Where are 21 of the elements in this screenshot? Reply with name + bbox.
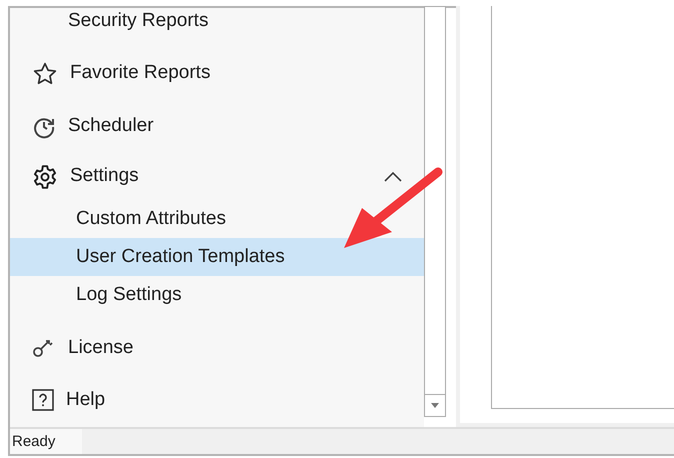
status-text: Ready xyxy=(10,429,82,454)
item-label: Help xyxy=(66,388,106,412)
item-label: Settings xyxy=(70,164,139,188)
sidebar-subitem[interactable]: User Creation Templates xyxy=(10,238,424,276)
sidebar-item[interactable]: License xyxy=(10,322,424,374)
sidebar-item[interactable]: Security Reports xyxy=(10,8,424,34)
down-arrow-icon xyxy=(431,403,439,408)
help-icon xyxy=(32,389,54,411)
sidebar-item[interactable]: Help xyxy=(10,374,424,426)
collapse-caret-icon[interactable] xyxy=(384,172,402,182)
item-label: Favorite Reports xyxy=(70,61,210,86)
scrollbar[interactable] xyxy=(424,6,446,417)
sidebar-subitem[interactable]: Custom Attributes xyxy=(10,200,424,238)
item-label: Scheduler xyxy=(68,114,154,138)
sidebar-item[interactable]: Settings xyxy=(10,153,424,200)
settings-icon xyxy=(32,164,58,190)
sidebar-subitem[interactable]: Log Settings xyxy=(10,276,424,314)
star-icon xyxy=(32,60,58,86)
item-label: License xyxy=(68,336,134,360)
sidebar-item[interactable]: Favorite Reports xyxy=(10,47,424,100)
sidebar-item[interactable]: Scheduler xyxy=(10,100,424,153)
